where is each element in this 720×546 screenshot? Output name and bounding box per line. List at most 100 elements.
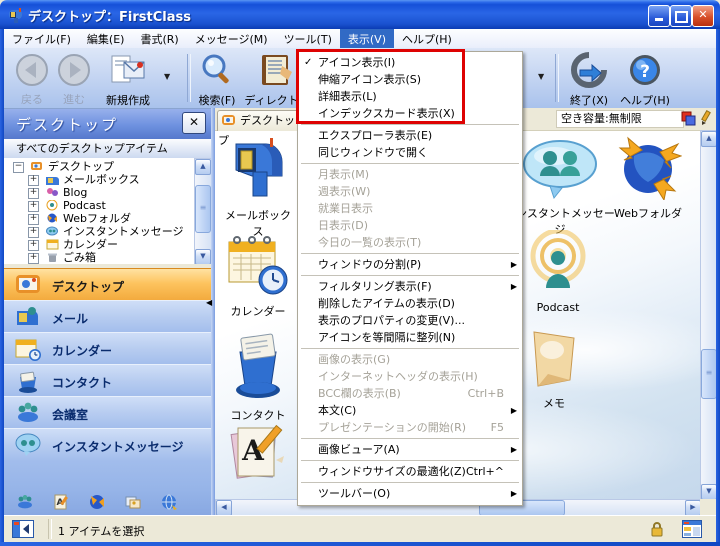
forward-button[interactable]: 進む: [54, 53, 94, 107]
desktop-tab-icon: [222, 114, 237, 128]
back-button[interactable]: 戻る: [12, 53, 52, 107]
help-icon: ?: [626, 52, 664, 88]
menu-item-month-view[interactable]: 月表示(M): [298, 166, 522, 183]
menu-item-today-list[interactable]: 今日の一覧の表示(T): [298, 234, 522, 251]
documents-mini-icon[interactable]: A: [52, 493, 70, 511]
menu-item-toolbars[interactable]: ツールバー(O)▶: [298, 485, 522, 502]
lock-icon: [650, 521, 664, 538]
menu-separator: [301, 124, 519, 125]
menu-separator: [301, 348, 519, 349]
sync-status-icon[interactable]: [681, 111, 696, 126]
calendar-mini-icon: [46, 239, 59, 250]
instant-message-icon: [520, 138, 600, 200]
conference-mini-icon[interactable]: [16, 493, 34, 511]
menu-separator: [301, 253, 519, 254]
left-panel-close-icon[interactable]: ✕: [182, 112, 206, 134]
calendar-nav-icon: [14, 335, 42, 363]
desktop-tree: − デスクトップ + メールボックス + Blog + Podcast + We…: [4, 158, 211, 264]
vertical-scroll-thumb[interactable]: ≡: [701, 349, 717, 399]
menu-edit[interactable]: 編集(E): [79, 29, 133, 48]
new-message-button[interactable]: 新規作成: [99, 52, 157, 108]
sidebar-item-contacts[interactable]: コンタクト: [4, 364, 211, 398]
menu-item-show-images[interactable]: 画像の表示(G): [298, 351, 522, 368]
sidebar-item-conferences[interactable]: 会議室: [4, 396, 211, 430]
sidebar-item-instant-message[interactable]: インスタントメッセージ: [4, 428, 211, 462]
menu-item-day-view[interactable]: 日表示(D): [298, 217, 522, 234]
menu-separator: [301, 482, 519, 483]
menu-item-show-internet-headers[interactable]: インターネットヘッダの表示(H): [298, 368, 522, 385]
new-message-dropdown-icon[interactable]: ▼: [164, 72, 170, 81]
tab-desktop[interactable]: デスクトップ: [217, 110, 305, 131]
new-message-icon: [108, 52, 148, 88]
toolbar-overflow-dropdown-icon[interactable]: ▼: [538, 72, 544, 81]
title-bar[interactable]: デスクトップ：FirstClass ✕: [0, 0, 720, 29]
tree-scrollbar[interactable]: ▲ ≡ ▼: [194, 158, 211, 264]
back-icon: [15, 53, 49, 87]
desktop-icon-podcast[interactable]: Podcast: [522, 230, 594, 314]
menu-item-change-view-properties[interactable]: 表示のプロパティの変更(V)...: [298, 312, 522, 329]
minimize-button[interactable]: [648, 5, 670, 27]
menu-item-show-bcc[interactable]: BCC欄の表示(B)Ctrl+B: [298, 385, 522, 402]
tree-scroll-down-icon[interactable]: ▼: [195, 249, 211, 264]
panel-splitter[interactable]: [211, 108, 215, 515]
menu-item-optimize-window-size[interactable]: ウィンドウサイズの最適化(Z)Ctrl+^: [298, 463, 522, 480]
scroll-left-icon[interactable]: ◀: [216, 500, 232, 516]
menu-bar: ファイル(F) 編集(E) 書式(R) メッセージ(M) ツール(T) 表示(V…: [4, 29, 716, 49]
pictures-mini-icon[interactable]: [124, 493, 142, 511]
submenu-arrow-icon: ▶: [511, 441, 517, 458]
desktop-icon-mailbox[interactable]: メールボックス: [222, 136, 294, 239]
menu-item-week-view[interactable]: 週表示(W): [298, 183, 522, 200]
tree-scroll-up-icon[interactable]: ▲: [195, 159, 211, 175]
menu-help[interactable]: ヘルプ(H): [394, 29, 460, 48]
desktop-icon-contacts[interactable]: コンタクト: [222, 326, 294, 423]
window-border-right: [716, 29, 720, 546]
menu-item-body[interactable]: 本文(C)▶: [298, 402, 522, 419]
desktop-nav-icon: [14, 271, 42, 299]
desktop-icon-calendar[interactable]: カレンダー: [222, 230, 294, 319]
scroll-up-icon[interactable]: ▲: [701, 131, 717, 147]
panel-toggle-icon[interactable]: [12, 520, 34, 538]
menu-item-start-presentation[interactable]: プレゼンテーションの開始(R)F5: [298, 419, 522, 436]
help-button[interactable]: ? ヘルプ(H): [619, 52, 671, 108]
desktop-icon-memo[interactable]: メモ: [518, 328, 590, 411]
web-mini-icon[interactable]: [160, 493, 178, 511]
toolbar-separator: [555, 54, 559, 102]
quota-field: 空き容量:無制限: [556, 110, 684, 128]
sidebar-item-desktop[interactable]: デスクトップ: [4, 268, 211, 302]
scroll-down-icon[interactable]: ▼: [701, 484, 717, 500]
menu-item-explorer-view[interactable]: エクスプローラ表示(E): [298, 127, 522, 144]
search-button[interactable]: 検索(F): [194, 52, 240, 108]
scroll-right-icon[interactable]: ▶: [685, 500, 701, 516]
sidebar-item-mail[interactable]: メール: [4, 300, 211, 334]
left-panel-title: デスクトップ: [16, 114, 118, 135]
menu-item-filtered-view[interactable]: フィルタリング表示(F)▶: [298, 278, 522, 295]
menu-file[interactable]: ファイル(F): [4, 29, 79, 48]
blog-mini-icon: [46, 187, 59, 198]
desktop-icon-documents[interactable]: A ドキュメント: [222, 422, 294, 499]
splitter-collapse-icon[interactable]: ◀: [206, 298, 212, 307]
webfolder-mini-icon[interactable]: [88, 493, 106, 511]
menu-format[interactable]: 書式(R): [132, 29, 186, 48]
sidebar-item-calendar[interactable]: カレンダー: [4, 332, 211, 366]
tree-scroll-thumb[interactable]: ≡: [195, 185, 211, 233]
desktop-icon-webfolder[interactable]: Webフォルダ: [612, 136, 684, 221]
menu-view[interactable]: 表示(V): [340, 29, 394, 48]
exit-button[interactable]: 終了(X): [564, 52, 614, 108]
menu-item-arrange-icons[interactable]: アイコンを等間隔に整列(N): [298, 329, 522, 346]
maximize-button[interactable]: [670, 5, 692, 27]
menu-tools[interactable]: ツール(T): [276, 29, 340, 48]
menu-item-image-viewer[interactable]: 画像ビューア(A)▶: [298, 441, 522, 458]
menu-item-workday-view[interactable]: 就業日表示: [298, 200, 522, 217]
close-button[interactable]: ✕: [692, 5, 714, 27]
memo-icon: [524, 328, 584, 390]
layout-icon[interactable]: [682, 520, 702, 538]
menu-item-open-same-window[interactable]: 同じウィンドウで開く: [298, 144, 522, 161]
menu-item-show-deleted-items[interactable]: 削除したアイテムの表示(D): [298, 295, 522, 312]
menu-item-split-window[interactable]: ウィンドウの分割(P)▶: [298, 256, 522, 273]
menu-message[interactable]: メッセージ(M): [187, 29, 276, 48]
app-icon: [7, 6, 25, 24]
toolbar-separator: [187, 54, 191, 102]
selection-status: 1 アイテムを選択: [58, 523, 144, 539]
edit-pencil-icon[interactable]: [699, 110, 713, 126]
window-border-bottom: [0, 542, 720, 546]
